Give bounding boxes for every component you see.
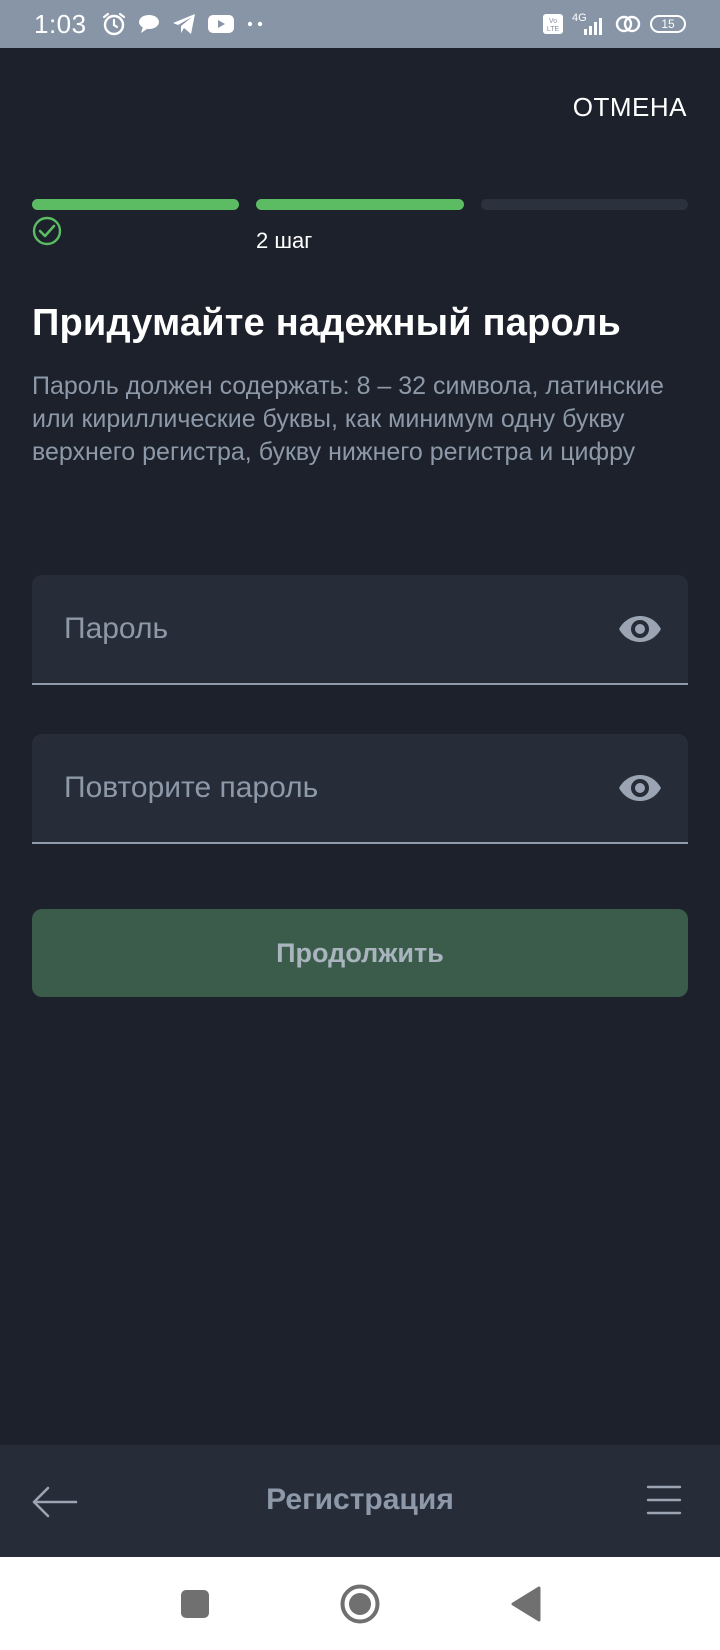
svg-text:Vo: Vo	[549, 18, 557, 25]
hotspot-link-icon	[614, 11, 642, 37]
eye-icon[interactable]	[616, 605, 664, 653]
volte-icon: Vo LTE	[542, 11, 564, 37]
telegram-icon	[171, 11, 197, 37]
system-nav-bar	[0, 1557, 720, 1650]
nav-title: Регистрация	[266, 1483, 454, 1516]
svg-text:LTE: LTE	[547, 26, 560, 33]
youtube-icon	[207, 11, 235, 37]
page-title: Придумайте надежный пароль	[32, 302, 621, 344]
repeat-password-field	[32, 734, 688, 844]
home-icon[interactable]	[335, 1579, 385, 1629]
step-bar-3	[480, 199, 688, 210]
svg-text:4G: 4G	[572, 12, 587, 24]
step-bars	[32, 199, 688, 210]
battery-level: 15	[661, 17, 675, 31]
battery-indicator: 15	[650, 15, 686, 33]
password-requirements: Пароль должен содержать: 8 – 32 символа,…	[32, 372, 664, 466]
back-triangle-icon[interactable]	[500, 1579, 550, 1629]
menu-icon[interactable]	[644, 1483, 684, 1517]
recent-apps-icon[interactable]	[170, 1579, 220, 1629]
eye-icon[interactable]	[616, 764, 664, 812]
cancel-button[interactable]: ОТМЕНА	[573, 92, 687, 123]
more-dots-icon	[245, 11, 265, 37]
alarm-icon	[101, 11, 127, 37]
chat-bubble-icon	[137, 11, 161, 37]
continue-button[interactable]: Продолжить	[32, 909, 688, 997]
status-right: Vo LTE 4G 15	[542, 11, 686, 37]
step-label: 2 шаг	[256, 228, 313, 253]
step-bar-1	[32, 199, 240, 210]
repeat-password-input[interactable]	[32, 734, 616, 842]
status-bar: 1:03 Vo LTE 4G 15	[0, 0, 720, 48]
signal-icon: 4G	[572, 11, 606, 37]
bottom-nav: Регистрация	[0, 1445, 720, 1557]
password-input[interactable]	[32, 575, 616, 683]
step-meta: 2 шаг	[32, 216, 688, 256]
status-time: 1:03	[34, 8, 87, 39]
status-left: 1:03	[34, 9, 265, 40]
password-field	[32, 575, 688, 685]
step-bar-2	[256, 199, 464, 210]
check-circle-icon	[32, 216, 62, 251]
step-progress: 2 шаг	[32, 199, 688, 256]
